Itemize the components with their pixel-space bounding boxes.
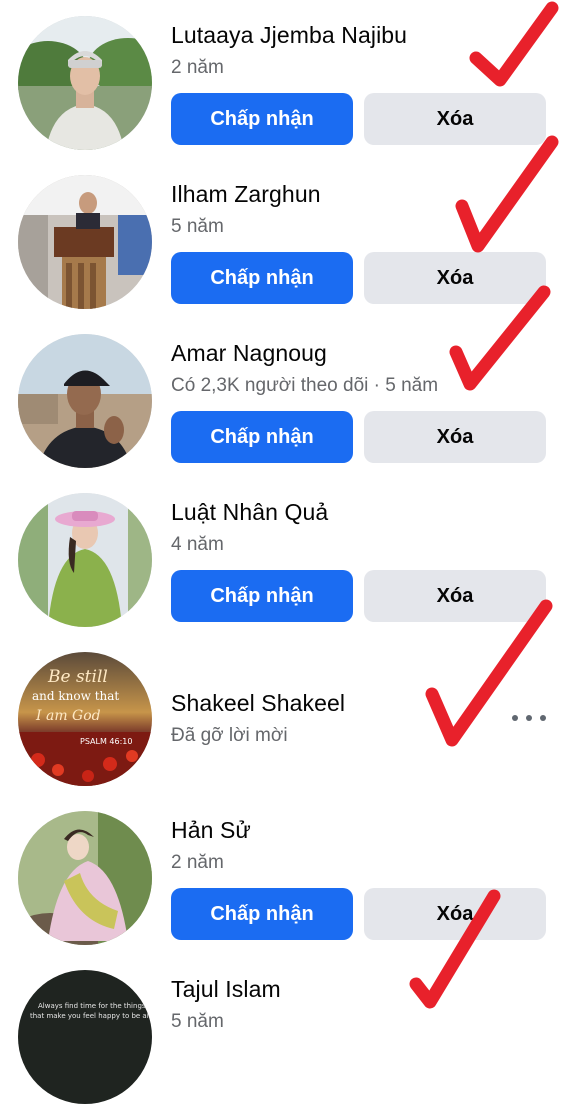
- avatar-photo: [18, 16, 152, 150]
- avatar-caption-line-2: that make you feel happy to be alive.: [30, 1012, 152, 1020]
- confirm-button[interactable]: Chấp nhận: [171, 888, 353, 940]
- more-dot: [540, 715, 546, 721]
- requester-name[interactable]: Lutaaya Jjemba Najibu: [171, 22, 407, 49]
- requester-name[interactable]: Tajul Islam: [171, 976, 281, 1003]
- more-options-icon[interactable]: [512, 708, 546, 728]
- avatar-caption-line-4: PSALM 46:10: [80, 737, 132, 746]
- confirm-button[interactable]: Chấp nhận: [171, 411, 353, 463]
- friend-request-item: Be still and know that I am God PSALM 46…: [0, 636, 564, 786]
- request-status: Đã gỡ lời mời: [171, 725, 288, 746]
- avatar-photo: [18, 334, 152, 468]
- request-age: 5 năm: [171, 216, 224, 237]
- requester-name[interactable]: Shakeel Shakeel: [171, 690, 345, 717]
- avatar-caption-line-2: and know that: [32, 689, 119, 703]
- requester-name[interactable]: Hản Sử: [171, 817, 251, 844]
- delete-button[interactable]: Xóa: [364, 570, 546, 622]
- confirm-button[interactable]: Chấp nhận: [171, 93, 353, 145]
- friend-request-item: Always find time for the things that mak…: [0, 954, 564, 1104]
- avatar[interactable]: [18, 175, 152, 309]
- avatar[interactable]: [18, 493, 152, 627]
- request-age: 2 năm: [171, 57, 224, 78]
- delete-button[interactable]: Xóa: [364, 888, 546, 940]
- friend-request-item: Ilham Zarghun 5 năm Chấp nhận Xóa: [0, 159, 564, 309]
- avatar-caption-line-1: Always find time for the things: [38, 1002, 146, 1010]
- avatar[interactable]: [18, 811, 152, 945]
- requester-name[interactable]: Luật Nhân Quả: [171, 499, 328, 526]
- avatar[interactable]: Be still and know that I am God PSALM 46…: [18, 652, 152, 786]
- friend-request-item: Hản Sử 2 năm Chấp nhận Xóa: [0, 795, 564, 945]
- request-age: 2 năm: [171, 852, 224, 873]
- confirm-button[interactable]: Chấp nhận: [171, 252, 353, 304]
- avatar-photo: Always find time for the things that mak…: [18, 970, 152, 1104]
- requester-name[interactable]: Amar Nagnoug: [171, 340, 327, 367]
- friend-request-list: Lutaaya Jjemba Najibu 2 năm Chấp nhận Xó…: [0, 0, 564, 1104]
- friend-request-item: Luật Nhân Quả 4 năm Chấp nhận Xóa: [0, 477, 564, 627]
- more-dot: [526, 715, 532, 721]
- delete-button[interactable]: Xóa: [364, 93, 546, 145]
- follower-count-and-age: Có 2,3K người theo dõi · 5 năm: [171, 375, 439, 396]
- more-dot: [512, 715, 518, 721]
- confirm-button[interactable]: Chấp nhận: [171, 570, 353, 622]
- avatar-caption-line-3: I am God: [35, 708, 101, 724]
- avatar-photo: [18, 811, 152, 945]
- avatar[interactable]: [18, 16, 152, 150]
- avatar-caption-line-1: Be still: [47, 667, 108, 687]
- avatar[interactable]: [18, 334, 152, 468]
- request-age: 5 năm: [171, 1011, 224, 1032]
- avatar-photo: Be still and know that I am God PSALM 46…: [18, 652, 152, 786]
- friend-request-item: Lutaaya Jjemba Najibu 2 năm Chấp nhận Xó…: [0, 0, 564, 150]
- avatar-photo: [18, 175, 152, 309]
- requester-name[interactable]: Ilham Zarghun: [171, 181, 321, 208]
- friend-request-item: Amar Nagnoug Có 2,3K người theo dõi · 5 …: [0, 318, 564, 468]
- delete-button[interactable]: Xóa: [364, 411, 546, 463]
- delete-button[interactable]: Xóa: [364, 252, 546, 304]
- request-age: 4 năm: [171, 534, 224, 555]
- avatar-photo: [18, 493, 152, 627]
- avatar[interactable]: Always find time for the things that mak…: [18, 970, 152, 1104]
